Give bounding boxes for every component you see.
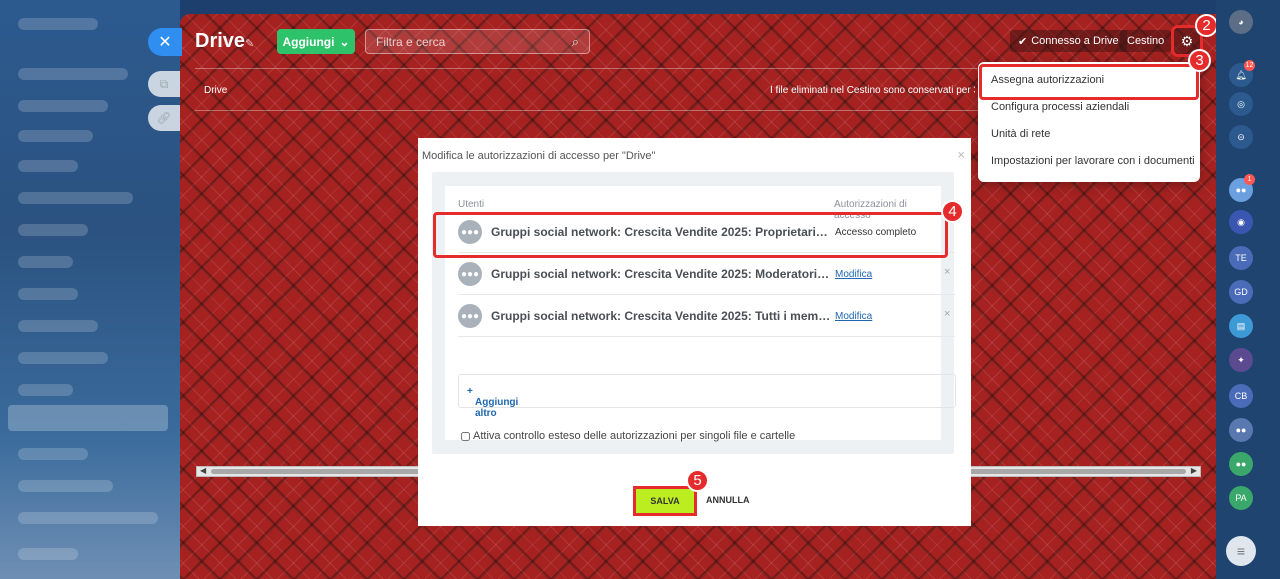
copy-link-button[interactable]: 🔗︎ bbox=[148, 105, 180, 131]
sidebar-placeholder bbox=[18, 130, 93, 142]
permissions-dialog: Modifica le autorizzazioni di accesso pe… bbox=[418, 138, 971, 526]
scroll-left-icon[interactable]: ◀ bbox=[200, 466, 206, 475]
add-more-button[interactable]: + Aggiungi altro bbox=[458, 374, 956, 419]
sidebar-placeholder bbox=[18, 18, 98, 30]
sidebar-placeholder bbox=[18, 100, 108, 112]
close-icon[interactable]: × bbox=[957, 147, 965, 162]
sidebar-placeholder bbox=[18, 68, 128, 80]
link-icon: 🔗︎ bbox=[156, 111, 172, 125]
sidebar-placeholder bbox=[18, 448, 88, 460]
cancel-button[interactable]: ANNULLA bbox=[706, 495, 750, 505]
search-chat-icon[interactable]: ⊝ bbox=[1229, 125, 1253, 149]
menu-icon[interactable]: ≡ bbox=[1226, 536, 1256, 566]
notification-count-badge: 12 bbox=[1244, 60, 1255, 71]
remove-icon[interactable]: × bbox=[944, 308, 950, 320]
page-title: Drive bbox=[195, 30, 246, 52]
breadcrumb[interactable]: Drive bbox=[204, 85, 227, 96]
sidebar-placeholder bbox=[18, 352, 108, 364]
search-box[interactable]: ⌕ bbox=[365, 29, 590, 54]
add-more-label: + Aggiungi altro bbox=[467, 386, 519, 419]
search-input[interactable] bbox=[376, 34, 572, 49]
extended-control-option[interactable]: Attiva controllo esteso delle autorizzaz… bbox=[461, 430, 795, 442]
extended-control-checkbox[interactable] bbox=[461, 431, 470, 441]
permission-level-link[interactable]: Modifica bbox=[835, 311, 872, 322]
sidebar-placeholder bbox=[18, 480, 113, 492]
sidebar-placeholder bbox=[18, 160, 78, 172]
step-badge: 2 bbox=[1195, 14, 1218, 37]
sidebar-placeholder bbox=[18, 548, 78, 560]
group-count-badge: 1 bbox=[1244, 174, 1255, 185]
menu-highlight-box bbox=[979, 64, 1199, 100]
menu-item-document-settings[interactable]: Impostazioni per lavorare con i document… bbox=[991, 155, 1195, 167]
chat-avatar[interactable]: ●● bbox=[1229, 418, 1253, 442]
remove-icon[interactable]: × bbox=[944, 266, 950, 278]
menu-item-network-drive[interactable]: Unità di rete bbox=[991, 128, 1050, 140]
chat-avatar[interactable]: ✦ bbox=[1229, 348, 1253, 372]
chat-avatar[interactable]: PA bbox=[1229, 486, 1253, 510]
close-icon: ✕ bbox=[158, 34, 172, 51]
extended-control-label: Attiva controllo esteso delle autorizzaz… bbox=[473, 430, 796, 442]
row-highlight-box bbox=[433, 212, 948, 258]
dialog-title: Modifica le autorizzazioni di accesso pe… bbox=[422, 150, 656, 162]
external-link-icon: ⧉ bbox=[159, 76, 169, 91]
permission-level-link[interactable]: Modifica bbox=[835, 269, 872, 280]
chat-avatar[interactable]: GD bbox=[1229, 280, 1253, 304]
sidebar-placeholder bbox=[18, 512, 158, 524]
add-button-label: Aggiungi bbox=[282, 34, 335, 49]
chevron-down-icon: ⌄ bbox=[339, 34, 350, 49]
user-avatar[interactable]: ◕ bbox=[1229, 10, 1253, 34]
chat-avatar[interactable]: ◉ bbox=[1229, 210, 1253, 234]
menu-item-business-processes[interactable]: Configura processi aziendali bbox=[991, 101, 1129, 113]
group-icon: ●●● bbox=[458, 304, 482, 328]
chat-avatar[interactable]: ▤ bbox=[1229, 314, 1253, 338]
pin-icon[interactable]: ✎ bbox=[245, 37, 254, 50]
add-more-text: Aggiungi altro bbox=[475, 397, 519, 419]
trash-retention-note: I file eliminati nel Cestino sono conser… bbox=[770, 85, 975, 96]
trash-label: Cestino bbox=[1127, 35, 1165, 47]
chat-avatar[interactable]: CB bbox=[1229, 384, 1253, 408]
close-slider-button[interactable]: ✕ bbox=[148, 28, 182, 56]
gear-icon: ⚙ bbox=[1180, 32, 1194, 49]
group-icon: ●●● bbox=[458, 262, 482, 286]
sidebar-placeholder bbox=[18, 384, 73, 396]
column-header-users: Utenti bbox=[458, 199, 485, 210]
permission-subject: Gruppi social network: Crescita Vendite … bbox=[491, 309, 831, 323]
open-in-new-window-button[interactable]: ⧉ bbox=[148, 71, 180, 97]
chat-avatar[interactable]: ●● bbox=[1229, 452, 1253, 476]
connected-drive-button[interactable]: ✔ Connesso a Drive bbox=[1010, 30, 1127, 52]
save-button[interactable]: SALVA bbox=[633, 486, 697, 516]
sidebar-placeholder bbox=[18, 288, 78, 300]
search-icon[interactable]: ⌕ bbox=[572, 34, 579, 50]
chat-avatar[interactable]: TE bbox=[1229, 246, 1253, 270]
activity-icon[interactable]: ◎ bbox=[1229, 92, 1253, 116]
sidebar-placeholder bbox=[18, 256, 73, 268]
permission-subject: Gruppi social network: Crescita Vendite … bbox=[491, 267, 831, 281]
step-badge: 3 bbox=[1188, 49, 1211, 72]
trash-button[interactable]: Cestino bbox=[1120, 30, 1172, 52]
sidebar-placeholder bbox=[18, 224, 88, 236]
connected-drive-label: Connesso a Drive bbox=[1031, 35, 1119, 47]
step-badge: 5 bbox=[686, 469, 709, 492]
scroll-right-icon[interactable]: ▶ bbox=[1191, 466, 1197, 475]
add-button[interactable]: Aggiungi ⌄ bbox=[277, 29, 355, 54]
permission-row: ●●● Gruppi social network: Crescita Vend… bbox=[458, 295, 955, 337]
step-badge: 4 bbox=[941, 200, 964, 223]
sidebar-placeholder bbox=[18, 192, 133, 204]
sidebar-placeholder bbox=[18, 320, 98, 332]
permission-row: ●●● Gruppi social network: Crescita Vend… bbox=[458, 253, 955, 295]
checkmark-icon: ✔ bbox=[1018, 35, 1028, 48]
sidebar-active-item bbox=[8, 405, 168, 431]
